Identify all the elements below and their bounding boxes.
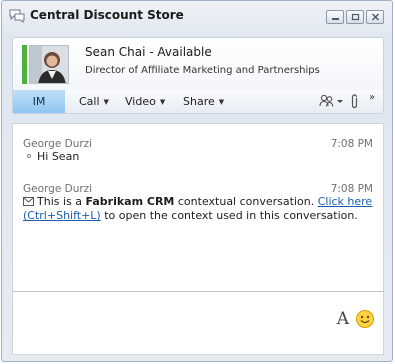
message-1: George Durzi 7:08 PM Hi Sean [23, 138, 375, 164]
share-button[interactable]: Share ▼ [183, 95, 224, 108]
paperclip-icon [351, 94, 358, 109]
share-label: Share [183, 95, 215, 108]
chevron-down-icon: ▼ [159, 98, 166, 106]
conversation-window: Central Discount Store Sean Chai - Avail… [1, 0, 393, 362]
video-button[interactable]: Video ▼ [125, 95, 165, 108]
contact-name-status: Sean Chai - Available [85, 45, 212, 59]
message-compose-area[interactable]: A [12, 291, 384, 355]
message-text: This is a [37, 195, 86, 208]
conversation-icon [9, 9, 25, 23]
close-button[interactable] [366, 10, 384, 24]
message-text: Hi Sean [37, 150, 80, 163]
minimize-button[interactable] [326, 10, 344, 24]
chevron-double-right-icon: » [369, 92, 376, 103]
call-label: Call [79, 95, 100, 108]
presence-indicator [22, 45, 27, 84]
window-title: Central Discount Store [30, 8, 184, 22]
emoticon-button[interactable] [355, 309, 375, 332]
message-time: 7:08 PM [330, 138, 373, 150]
people-icon [319, 94, 343, 107]
emoticon-icon [356, 310, 374, 328]
message-sender: George Durzi [23, 183, 93, 195]
chevron-down-icon: ▼ [218, 98, 225, 106]
window-controls [324, 10, 384, 24]
more-options-button[interactable]: » [369, 92, 375, 103]
maximize-icon [351, 13, 360, 21]
contact-card[interactable]: Sean Chai - Available Director of Affili… [12, 37, 384, 90]
minimize-icon [332, 18, 339, 20]
message-body: Hi Sean [23, 150, 375, 164]
call-button[interactable]: Call ▼ [79, 95, 109, 108]
font-button[interactable]: A [337, 309, 349, 329]
attachment-button[interactable] [350, 94, 360, 112]
conversation-toolbar: IM Call ▼ Video ▼ Share ▼ » [12, 90, 384, 114]
title-bar[interactable]: Central Discount Store [2, 1, 392, 31]
avatar[interactable] [29, 45, 69, 84]
envelope-icon [23, 197, 34, 206]
video-label: Video [125, 95, 156, 108]
message-text: contextual conversation. [174, 195, 318, 208]
contact-job-title: Director of Affiliate Marketing and Part… [85, 65, 320, 76]
font-icon: A [336, 309, 349, 329]
tab-im[interactable]: IM [13, 90, 65, 113]
message-text: to open the context used in this convers… [100, 209, 358, 222]
message-body: This is a Fabrikam CRM contextual conver… [23, 195, 375, 223]
people-options-button[interactable] [319, 94, 345, 111]
chevron-down-icon: ▼ [103, 98, 109, 106]
close-icon [372, 13, 379, 21]
conversation-history[interactable]: George Durzi 7:08 PM Hi Sean George Durz… [12, 123, 384, 291]
message-sender: George Durzi [23, 138, 93, 150]
context-app-name: Fabrikam CRM [85, 195, 175, 208]
message-time: 7:08 PM [330, 183, 373, 195]
message-2: George Durzi 7:08 PM This is a Fabrikam … [23, 183, 375, 223]
bullet-icon [27, 154, 31, 158]
maximize-button[interactable] [346, 10, 364, 24]
